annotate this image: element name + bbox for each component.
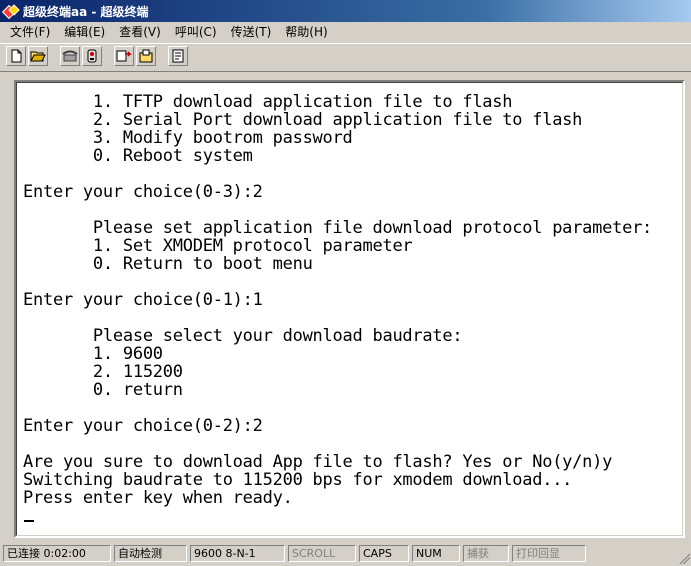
menu-edit[interactable]: 编辑(E) [56,23,111,40]
terminal-line: Please select your download baudrate: [23,326,463,346]
properties-button[interactable] [168,46,188,66]
send-button[interactable] [114,46,134,66]
terminal-line: 2. Serial Port download application file… [23,110,583,130]
menu-view[interactable]: 查看(V) [111,23,167,40]
status-num: NUM [412,545,460,562]
terminal-line: Please set application file download pro… [23,218,653,238]
call-icon [62,50,78,62]
new-icon [11,49,22,63]
terminal-cursor [24,520,34,522]
terminal-line: Switching baudrate to 115200 bps for xmo… [23,470,573,490]
status-connected: 已连接 0:02:00 [3,545,111,562]
terminal-line: Are you sure to download App file to fla… [23,452,613,472]
receive-icon [139,49,153,63]
status-print-echo: 打印回显 [512,545,586,562]
open-button[interactable] [28,46,48,66]
window-title: 超级终端aa - 超级终端 [23,4,149,19]
disconnect-icon [87,49,97,63]
status-bar: 已连接 0:02:00 自动检测 9600 8-N-1 SCROLL CAPS … [0,543,691,565]
open-icon [30,51,46,62]
receive-button[interactable] [136,46,156,66]
terminal-line: Enter your choice(0-3):2 [23,182,263,202]
terminal-line: 2. 115200 [23,362,183,382]
status-capture: 捕获 [463,545,509,562]
terminal-line: 0. return [23,380,183,400]
terminal-line: Enter your choice(0-2):2 [23,416,263,436]
terminal-line: 1. Set XMODEM protocol parameter [23,236,413,256]
menu-file[interactable]: 文件(F) [0,23,56,40]
terminal-line: 1. TFTP download application file to fla… [23,92,513,112]
status-scroll: SCROLL [288,545,356,562]
terminal-line: 1. 9600 [23,344,163,364]
disconnect-button[interactable] [82,46,102,66]
resize-grip[interactable] [678,552,690,564]
menu-transfer[interactable]: 传送(T) [223,23,278,40]
status-detect: 自动检测 [114,545,187,562]
terminal-line: Enter your choice(0-1):1 [23,290,263,310]
send-icon [116,50,132,62]
status-settings: 9600 8-N-1 [190,545,285,562]
terminal-line: Press enter key when ready. [23,488,293,508]
toolbar [0,43,691,72]
status-caps: CAPS [359,545,409,562]
title-bar[interactable]: 超级终端aa - 超级终端 [0,0,691,22]
terminal-line: 0. Reboot system [23,146,253,166]
new-button[interactable] [6,46,26,66]
properties-icon [172,49,184,63]
hyperterminal-icon [1,3,20,20]
terminal-line: 0. Return to boot menu [23,254,313,274]
menu-bar: 文件(F) 编辑(E) 查看(V) 呼叫(C) 传送(T) 帮助(H) [0,22,691,41]
terminal-window[interactable]: 1. TFTP download application file to fla… [14,80,685,538]
call-button[interactable] [60,46,80,66]
menu-help[interactable]: 帮助(H) [277,23,333,40]
terminal-screen[interactable]: 1. TFTP download application file to fla… [16,82,683,536]
menu-call[interactable]: 呼叫(C) [167,23,223,40]
terminal-line: 3. Modify bootrom password [23,128,353,148]
